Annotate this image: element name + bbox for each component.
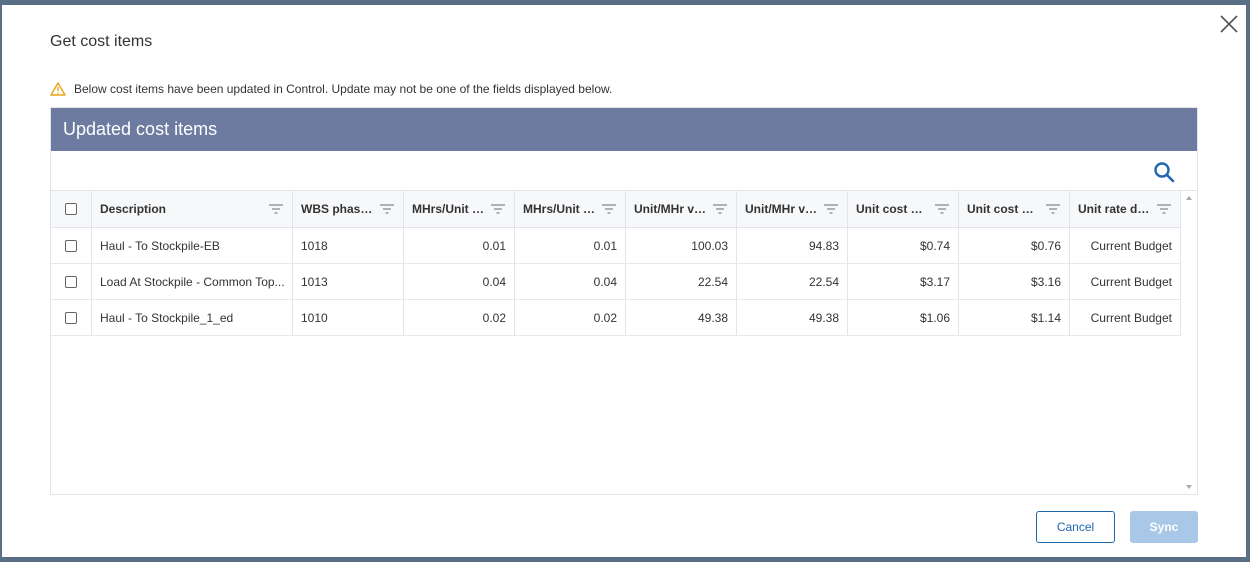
- cell-unit-mhr-2: 94.83: [737, 228, 848, 263]
- search-icon[interactable]: [1153, 161, 1175, 183]
- cell-unit-mhr-2: 22.54: [737, 264, 848, 299]
- cell-description: Haul - To Stockpile_1_ed: [92, 300, 293, 335]
- close-icon[interactable]: [1216, 11, 1242, 37]
- scroll-up-icon[interactable]: [1185, 195, 1193, 201]
- cell-unit-rate-driver: Current Budget: [1070, 300, 1181, 335]
- cell-mhrs-unit-2: 0.04: [515, 264, 626, 299]
- cell-unit-cost-1: $0.74: [848, 228, 959, 263]
- cell-mhrs-unit-2: 0.01: [515, 228, 626, 263]
- column-header-unit-mhr-2[interactable]: Unit/MHr va...: [737, 191, 848, 227]
- column-header-unit-cost-2[interactable]: Unit cost va...: [959, 191, 1070, 227]
- cell-unit-cost-2: $1.14: [959, 300, 1070, 335]
- grid-title: Updated cost items: [51, 108, 1197, 151]
- filter-icon[interactable]: [934, 203, 950, 215]
- cell-unit-rate-driver: Current Budget: [1070, 264, 1181, 299]
- column-header-label: Unit/MHr va...: [634, 202, 706, 216]
- select-all-cell: [51, 191, 92, 227]
- column-header-label: MHrs/Unit v...: [523, 202, 595, 216]
- cell-mhrs-unit-1: 0.01: [404, 228, 515, 263]
- column-header-mhrs-unit-2[interactable]: MHrs/Unit v...: [515, 191, 626, 227]
- cell-wbs-phase: 1013: [293, 264, 404, 299]
- grid-toolbar: [51, 151, 1197, 191]
- column-header-label: MHrs/Unit v...: [412, 202, 484, 216]
- cell-unit-mhr-1: 22.54: [626, 264, 737, 299]
- column-header-label: Description: [100, 202, 167, 216]
- warning-message: Below cost items have been updated in Co…: [50, 82, 612, 96]
- cell-mhrs-unit-2: 0.02: [515, 300, 626, 335]
- column-header-unit-cost-1[interactable]: Unit cost va...: [848, 191, 959, 227]
- sync-button[interactable]: Sync: [1130, 511, 1198, 543]
- row-checkbox-cell: [51, 228, 92, 263]
- column-header-label: Unit cost va...: [856, 202, 928, 216]
- scroll-down-icon[interactable]: [1185, 484, 1193, 490]
- filter-icon[interactable]: [268, 203, 284, 215]
- column-header-mhrs-unit-1[interactable]: MHrs/Unit v...: [404, 191, 515, 227]
- filter-icon[interactable]: [601, 203, 617, 215]
- cell-unit-mhr-1: 49.38: [626, 300, 737, 335]
- column-header-label: Unit rate dri...: [1078, 202, 1150, 216]
- cost-items-grid: Updated cost items Description WBS phase…: [50, 107, 1198, 495]
- cell-unit-mhr-1: 100.03: [626, 228, 737, 263]
- row-checkbox[interactable]: [65, 275, 77, 288]
- cell-unit-rate-driver: Current Budget: [1070, 228, 1181, 263]
- column-header-unit-mhr-1[interactable]: Unit/MHr va...: [626, 191, 737, 227]
- cell-unit-cost-2: $0.76: [959, 228, 1070, 263]
- cell-unit-mhr-2: 49.38: [737, 300, 848, 335]
- cell-unit-cost-1: $1.06: [848, 300, 959, 335]
- cell-description: Load At Stockpile - Common Top...: [92, 264, 293, 299]
- row-checkbox[interactable]: [65, 239, 77, 252]
- select-all-checkbox[interactable]: [65, 203, 77, 215]
- filter-icon[interactable]: [490, 203, 506, 215]
- filter-icon[interactable]: [1045, 203, 1061, 215]
- column-header-unit-rate-driver[interactable]: Unit rate dri...: [1070, 191, 1181, 227]
- filter-icon[interactable]: [712, 203, 728, 215]
- table-row[interactable]: Haul - To Stockpile_1_ed 1010 0.02 0.02 …: [51, 300, 1197, 336]
- column-header-description[interactable]: Description: [92, 191, 293, 227]
- cell-unit-cost-1: $3.17: [848, 264, 959, 299]
- get-cost-items-dialog: Get cost items Below cost items have bee…: [2, 5, 1246, 557]
- filter-icon[interactable]: [1156, 203, 1172, 215]
- table-row[interactable]: Load At Stockpile - Common Top... 1013 0…: [51, 264, 1197, 300]
- warning-icon: [50, 82, 66, 96]
- column-header-label: WBS phase ...: [301, 202, 373, 216]
- column-header-label: Unit/MHr va...: [745, 202, 817, 216]
- dialog-title: Get cost items: [50, 33, 153, 50]
- column-header-wbs-phase[interactable]: WBS phase ...: [293, 191, 404, 227]
- cell-wbs-phase: 1010: [293, 300, 404, 335]
- filter-icon[interactable]: [823, 203, 839, 215]
- cell-mhrs-unit-1: 0.04: [404, 264, 515, 299]
- column-header-row: Description WBS phase ... MHrs/Unit v...…: [51, 191, 1197, 228]
- cell-wbs-phase: 1018: [293, 228, 404, 263]
- warning-text: Below cost items have been updated in Co…: [74, 82, 613, 96]
- column-header-label: Unit cost va...: [967, 202, 1039, 216]
- row-checkbox[interactable]: [65, 311, 77, 324]
- cell-description: Haul - To Stockpile-EB: [92, 228, 293, 263]
- table-row[interactable]: Haul - To Stockpile-EB 1018 0.01 0.01 10…: [51, 228, 1197, 264]
- filter-icon[interactable]: [379, 203, 395, 215]
- cancel-button[interactable]: Cancel: [1036, 511, 1115, 543]
- cell-mhrs-unit-1: 0.02: [404, 300, 515, 335]
- row-checkbox-cell: [51, 300, 92, 335]
- vertical-scrollbar[interactable]: [1181, 191, 1197, 494]
- cell-unit-cost-2: $3.16: [959, 264, 1070, 299]
- row-checkbox-cell: [51, 264, 92, 299]
